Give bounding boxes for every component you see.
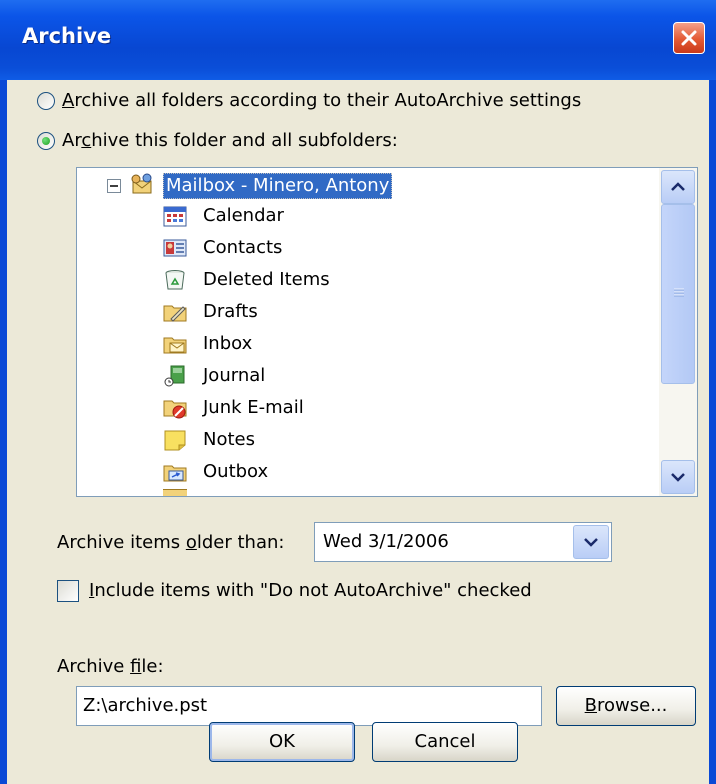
tree-item-label: Outbox [203,461,269,482]
calendar-icon [163,206,187,227]
tree-item-partial [163,489,187,496]
archive-this-label[interactable]: Archive this folder and all subfolders: [62,130,398,151]
scroll-thumb[interactable] [661,204,695,384]
folder-tree[interactable]: Mailbox - Minero, Antony Calendar Contac… [76,167,698,497]
tree-item-contacts[interactable]: Contacts [163,233,463,263]
archive-all-radio[interactable] [37,92,55,110]
collapse-icon[interactable] [107,179,121,193]
tree-item-deleted-items[interactable]: Deleted Items [163,265,463,295]
tree-item-label: Deleted Items [203,269,330,290]
archive-file-label: Archive file: [57,656,164,677]
inbox-icon [163,337,187,354]
tree-item-label: Journal [203,365,266,386]
tree-root-label[interactable]: Mailbox - Minero, Antony [163,173,393,199]
deleted-items-icon [165,270,185,290]
scroll-down-button[interactable] [661,460,695,494]
date-dropdown-button[interactable] [573,525,609,559]
older-than-label: Archive items older than: [57,532,285,553]
tree-item-notes[interactable]: Notes [163,425,463,455]
tree-item-journal[interactable]: Journal [163,361,463,391]
chevron-down-icon [671,473,685,482]
tree-item-label: Notes [203,429,255,450]
tree-scrollbar[interactable] [659,168,697,496]
close-icon [681,30,697,46]
tree-item-junk-email[interactable]: Junk E-mail [163,393,463,423]
drafts-icon [163,305,187,322]
archive-all-label[interactable]: Archive all folders according to their A… [62,90,581,111]
tree-item-inbox[interactable]: Inbox [163,329,463,359]
tree-item-outbox[interactable]: Outbox [163,457,463,487]
tree-item-label: Inbox [203,333,253,354]
older-than-date-dropdown[interactable]: Wed 3/1/2006 [314,522,612,562]
tree-item-drafts[interactable]: Drafts [163,297,463,327]
tree-item-label: Drafts [203,301,258,322]
radio-selected-dot [42,137,50,145]
ok-button[interactable]: OK [209,722,355,762]
contacts-icon [163,239,187,257]
include-do-not-autoarchive-checkbox[interactable] [57,580,79,602]
archive-file-value: Z:\archive.pst [83,695,208,716]
mailbox-icon [131,173,152,194]
archive-dialog: Archive Archive all folders according to… [0,0,716,784]
tree-item-label: Junk E-mail [203,397,304,418]
browse-button[interactable]: Browse... [556,686,696,726]
older-than-value: Wed 3/1/2006 [323,531,449,552]
tree-item-label: Contacts [203,237,283,258]
chevron-up-icon [671,182,685,191]
junk-email-icon [163,400,187,419]
tree-root-row[interactable]: Mailbox - Minero, Antony [107,170,427,200]
notes-icon [164,430,186,451]
cancel-button[interactable]: Cancel [372,722,518,762]
tree-item-label: Calendar [203,205,284,226]
outbox-icon [163,465,187,482]
archive-this-radio[interactable] [37,132,55,150]
close-button[interactable] [673,22,705,54]
scroll-up-button[interactable] [661,170,695,204]
dialog-title: Archive [22,24,112,48]
title-bar[interactable]: Archive [0,0,716,80]
journal-icon [164,365,185,387]
include-do-not-autoarchive-label[interactable]: Include items with "Do not AutoArchive" … [89,580,532,601]
chevron-down-icon [584,538,598,547]
tree-item-calendar[interactable]: Calendar [163,201,463,231]
archive-file-input[interactable]: Z:\archive.pst [76,686,542,726]
grip-icon [674,288,684,297]
